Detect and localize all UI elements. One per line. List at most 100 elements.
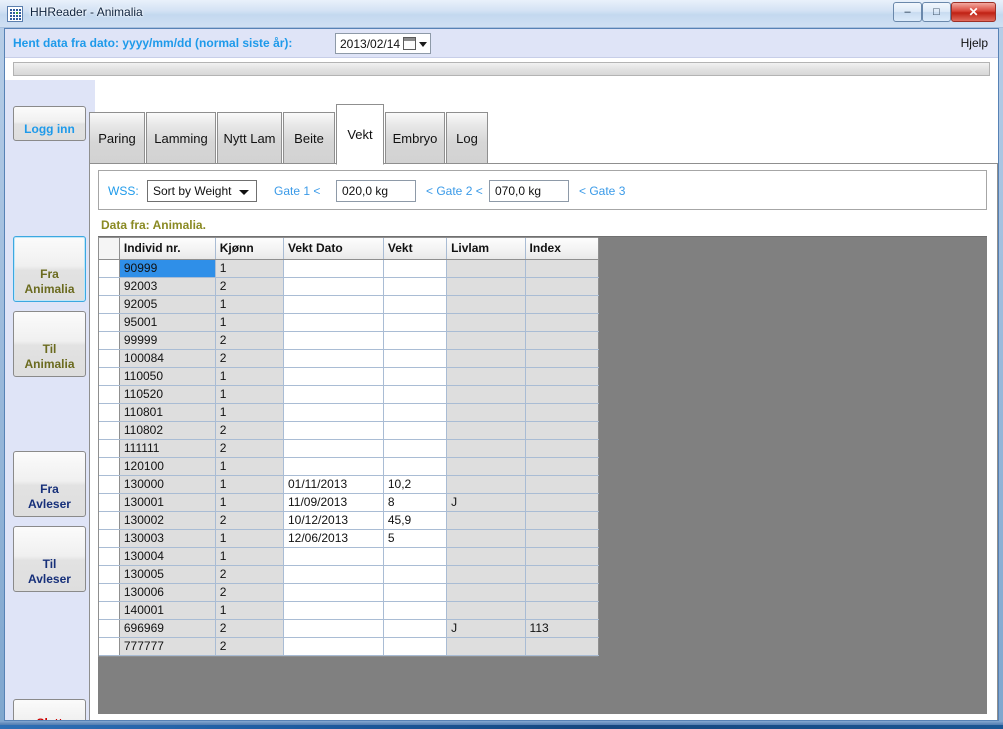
cell-vekt[interactable] [383, 295, 448, 314]
cell-vekt-dato[interactable] [283, 367, 384, 386]
cell-vekt[interactable] [383, 349, 448, 368]
cell-individ[interactable]: 92003 [119, 277, 216, 296]
cell-individ[interactable]: 92005 [119, 295, 216, 314]
cell-individ[interactable]: 100084 [119, 349, 216, 368]
table-row[interactable]: 130002 2 10/12/2013 45,9 [99, 511, 600, 530]
cell-vekt[interactable] [383, 457, 448, 476]
cell-index[interactable] [525, 529, 600, 548]
cell-vekt[interactable] [383, 259, 448, 278]
cell-kjonn[interactable]: 2 [215, 583, 284, 602]
cell-individ[interactable]: 111111 [119, 439, 216, 458]
cell-individ[interactable]: 110801 [119, 403, 216, 422]
table-row[interactable]: 90999 1 [99, 259, 600, 278]
cell-livlam[interactable] [446, 331, 526, 350]
cell-kjonn[interactable]: 2 [215, 511, 284, 530]
row-selector-cell[interactable] [99, 313, 120, 332]
cell-index[interactable] [525, 421, 600, 440]
table-row[interactable]: 140001 1 [99, 601, 600, 620]
tab-lamming[interactable]: Lamming [146, 112, 216, 164]
cell-individ[interactable]: 110802 [119, 421, 216, 440]
cell-kjonn[interactable]: 2 [215, 349, 284, 368]
cell-vekt[interactable] [383, 583, 448, 602]
table-row[interactable]: 110801 1 [99, 403, 600, 422]
cell-vekt-dato[interactable] [283, 259, 384, 278]
tab-vekt[interactable]: Vekt [336, 104, 384, 165]
cell-individ[interactable]: 110050 [119, 367, 216, 386]
cell-livlam[interactable] [446, 421, 526, 440]
to-animalia-button[interactable]: Til Animalia [13, 311, 86, 377]
tab-log[interactable]: Log [446, 112, 488, 164]
date-picker[interactable]: 2013/02/14 [335, 33, 431, 54]
table-row[interactable]: 110520 1 [99, 385, 600, 404]
cell-livlam[interactable] [446, 439, 526, 458]
cell-index[interactable] [525, 583, 600, 602]
cell-index[interactable] [525, 277, 600, 296]
cell-livlam[interactable] [446, 313, 526, 332]
table-row[interactable]: 120100 1 [99, 457, 600, 476]
cell-vekt-dato[interactable] [283, 601, 384, 620]
row-selector-cell[interactable] [99, 403, 120, 422]
cell-vekt[interactable] [383, 403, 448, 422]
cell-livlam[interactable] [446, 385, 526, 404]
cell-vekt-dato[interactable] [283, 619, 384, 638]
cell-kjonn[interactable]: 2 [215, 277, 284, 296]
row-selector-cell[interactable] [99, 475, 120, 494]
cell-index[interactable] [525, 493, 600, 512]
cell-vekt[interactable] [383, 601, 448, 620]
cell-kjonn[interactable]: 1 [215, 403, 284, 422]
cell-vekt[interactable]: 5 [383, 529, 448, 548]
cell-vekt[interactable] [383, 565, 448, 584]
table-row[interactable]: 130001 1 11/09/2013 8 J [99, 493, 600, 512]
cell-index[interactable] [525, 349, 600, 368]
cell-livlam[interactable] [446, 403, 526, 422]
to-reader-button[interactable]: Til Avleser [13, 526, 86, 592]
cell-individ[interactable]: 130001 [119, 493, 216, 512]
cell-livlam[interactable] [446, 511, 526, 530]
table-row[interactable]: 130000 1 01/11/2013 10,2 [99, 475, 600, 494]
cell-kjonn[interactable]: 1 [215, 529, 284, 548]
column-header[interactable]: Vekt Dato [283, 238, 384, 260]
tab-embryo[interactable]: Embryo [385, 112, 445, 164]
login-button[interactable]: Logg inn [13, 106, 86, 141]
minimize-button[interactable]: – [893, 2, 922, 22]
data-grid[interactable]: Individ nr. Kjønn Vekt Dato Vekt Livlam Index… [98, 237, 600, 657]
row-selector-cell[interactable] [99, 601, 120, 620]
cell-vekt-dato[interactable] [283, 565, 384, 584]
cell-individ[interactable]: 90999 [119, 259, 216, 278]
cell-index[interactable] [525, 565, 600, 584]
cell-vekt[interactable] [383, 439, 448, 458]
cell-livlam[interactable] [446, 367, 526, 386]
cell-vekt[interactable] [383, 331, 448, 350]
cell-livlam[interactable] [446, 259, 526, 278]
cell-kjonn[interactable]: 2 [215, 439, 284, 458]
cell-vekt[interactable] [383, 313, 448, 332]
table-row[interactable]: 100084 2 [99, 349, 600, 368]
cell-vekt-dato[interactable] [283, 583, 384, 602]
cell-vekt-dato[interactable] [283, 277, 384, 296]
table-row[interactable]: 92003 2 [99, 277, 600, 296]
cell-vekt[interactable] [383, 385, 448, 404]
delete-button[interactable]: Slett [13, 699, 86, 720]
cell-vekt-dato[interactable] [283, 313, 384, 332]
cell-index[interactable]: 113 [525, 619, 600, 638]
cell-vekt-dato[interactable] [283, 385, 384, 404]
cell-kjonn[interactable]: 2 [215, 637, 284, 656]
table-row[interactable]: 110050 1 [99, 367, 600, 386]
from-animalia-button[interactable]: Fra Animalia [13, 236, 86, 302]
cell-individ[interactable]: 130000 [119, 475, 216, 494]
cell-livlam[interactable] [446, 529, 526, 548]
cell-vekt[interactable] [383, 619, 448, 638]
cell-kjonn[interactable]: 1 [215, 493, 284, 512]
cell-vekt-dato[interactable] [283, 457, 384, 476]
column-header[interactable]: Index [525, 238, 600, 260]
cell-vekt-dato[interactable] [283, 421, 384, 440]
cell-vekt-dato[interactable] [283, 637, 384, 656]
row-selector-cell[interactable] [99, 493, 120, 512]
cell-index[interactable] [525, 511, 600, 530]
cell-vekt[interactable]: 45,9 [383, 511, 448, 530]
row-selector-cell[interactable] [99, 295, 120, 314]
cell-livlam[interactable]: J [446, 493, 526, 512]
table-row[interactable]: 110802 2 [99, 421, 600, 440]
tab-paring[interactable]: Paring [89, 112, 145, 164]
cell-index[interactable] [525, 385, 600, 404]
